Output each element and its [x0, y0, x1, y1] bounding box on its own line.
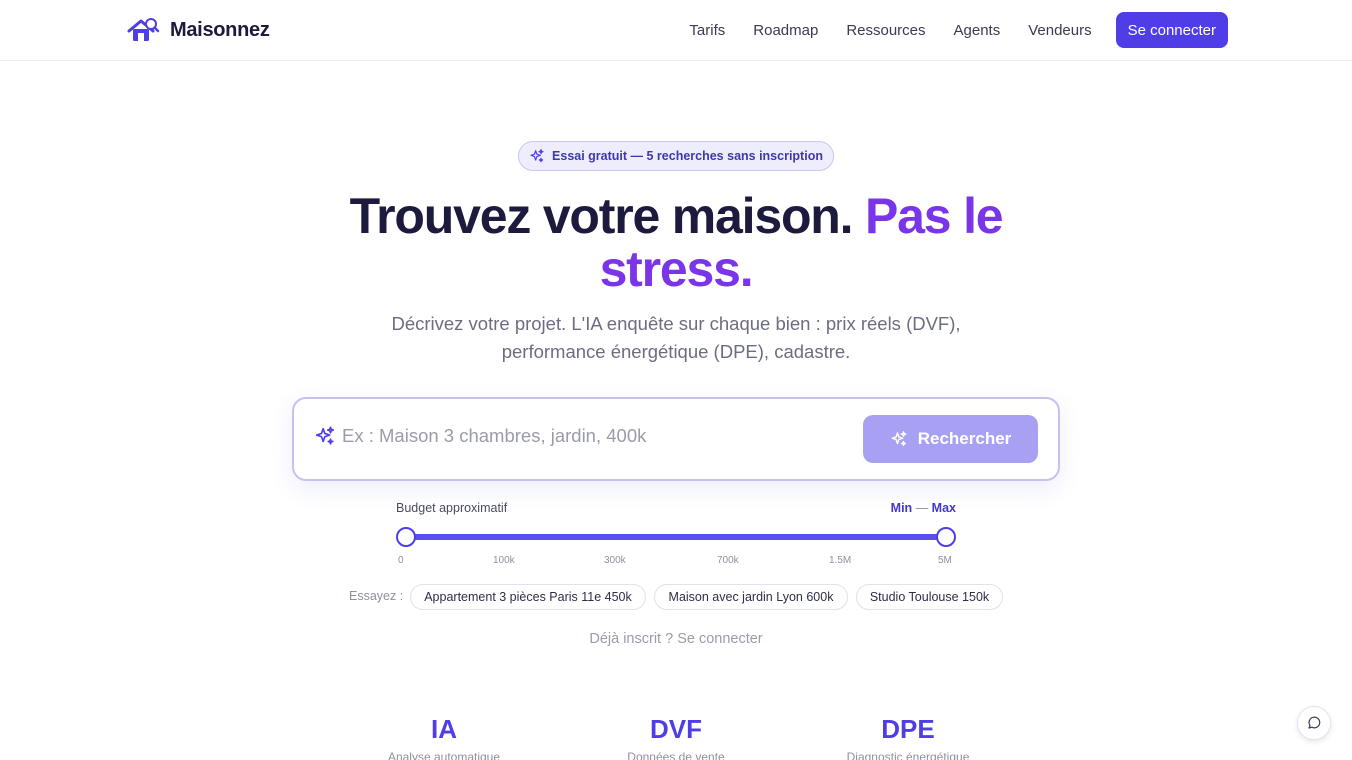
budget-slider-max-handle[interactable] — [936, 527, 956, 547]
sparkles-icon — [891, 431, 907, 447]
budget-slider-track[interactable] — [405, 534, 946, 540]
budget-label: Budget approximatif — [396, 501, 508, 515]
search-box: Rechercher — [292, 397, 1060, 481]
already-registered-link[interactable]: Déjà inscrit ? Se connecter — [0, 631, 1352, 647]
brand-name: Maisonnez — [170, 18, 270, 41]
hero-title-main: Trouvez votre maison. — [349, 188, 854, 244]
stat-label: Analyse automatique — [387, 750, 501, 760]
brand-logo[interactable]: Maisonnez — [127, 16, 270, 44]
stat-value: DVF — [650, 714, 702, 744]
stat-dvf: DVF Données de vente — [576, 714, 776, 760]
budget-tick: 5M — [938, 555, 952, 566]
stat-ia: IA Analyse automatique — [344, 714, 544, 760]
budget-tick: 100k — [493, 555, 515, 566]
nav-link-ressources[interactable]: Ressources — [846, 22, 925, 39]
house-search-icon — [127, 18, 160, 41]
stat-label: Données de vente — [627, 750, 725, 760]
nav-link-agents[interactable]: Agents — [954, 22, 1001, 39]
budget-tick: 700k — [717, 555, 739, 566]
stat-dpe: DPE Diagnostic énergétique — [808, 714, 1008, 760]
nav-links: Tarifs Roadmap Ressources Agents Vendeur… — [689, 12, 1228, 48]
free-trial-badge: Essai gratuit — 5 recherches sans inscri… — [518, 141, 834, 171]
sparkles-icon — [530, 149, 544, 163]
examples-label: Essayez : — [349, 589, 404, 603]
budget-tick: 300k — [604, 555, 626, 566]
stat-value: IA — [431, 714, 457, 744]
budget-separator: — — [915, 501, 929, 515]
example-chip[interactable]: Maison avec jardin Lyon 600k — [654, 584, 848, 610]
search-input[interactable] — [342, 421, 842, 451]
example-chip[interactable]: Appartement 3 pièces Paris 11e 450k — [410, 584, 646, 610]
budget-max-label: Max — [931, 501, 956, 515]
budget-range-readout: Min — Max — [891, 501, 956, 515]
login-button[interactable]: Se connecter — [1115, 12, 1228, 48]
search-button[interactable]: Rechercher — [863, 415, 1038, 463]
sparkles-icon — [315, 426, 335, 445]
badge-text: Essai gratuit — 5 recherches sans inscri… — [552, 149, 823, 163]
nav-link-roadmap[interactable]: Roadmap — [753, 22, 818, 39]
hero-subtitle: Décrivez votre projet. L'IA enquête sur … — [391, 313, 961, 362]
search-button-label: Rechercher — [917, 429, 1012, 448]
budget-min-label: Min — [890, 501, 913, 515]
stat-value: DPE — [881, 714, 935, 744]
hero-title: Trouvez votre maison. Pas le stress. — [276, 190, 1076, 296]
chat-button[interactable] — [1297, 706, 1331, 740]
nav-link-tarifs[interactable]: Tarifs — [689, 22, 725, 39]
nav-link-vendeurs[interactable]: Vendeurs — [1028, 22, 1091, 39]
budget-slider-min-handle[interactable] — [396, 527, 416, 547]
chat-bubble-icon — [1308, 716, 1321, 729]
budget-tick: 1.5M — [829, 555, 852, 566]
example-chip[interactable]: Studio Toulouse 150k — [856, 584, 1003, 610]
budget-tick: 0 — [398, 555, 404, 566]
top-navbar: Maisonnez Tarifs Roadmap Ressources Agen… — [0, 0, 1352, 61]
stat-label: Diagnostic énergétique — [846, 750, 970, 760]
